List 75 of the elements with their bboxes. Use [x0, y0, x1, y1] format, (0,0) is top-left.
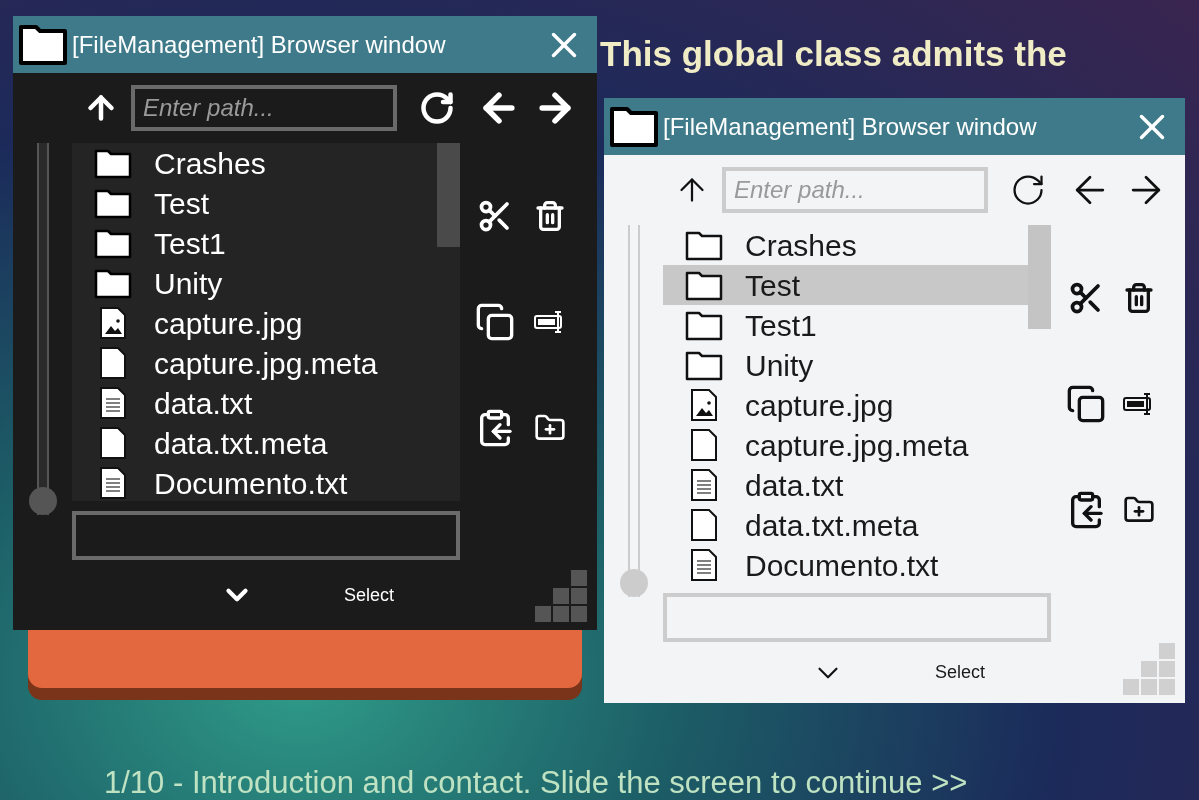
file-name: capture.jpg.meta [745, 427, 969, 464]
folder-icon [685, 309, 723, 341]
file-item[interactable]: capture.jpg [663, 385, 1028, 425]
refresh-button[interactable] [419, 90, 455, 126]
path-field[interactable]: Enter path... [131, 85, 397, 131]
folder-icon [94, 227, 132, 259]
file-item[interactable]: Unity [663, 345, 1028, 385]
file-icon [98, 426, 128, 460]
file-name: Test1 [745, 307, 817, 344]
scrollbar-thumb[interactable] [437, 143, 460, 247]
delete-button[interactable] [1122, 282, 1155, 314]
slider-thumb[interactable] [619, 569, 648, 597]
text-file-icon [98, 386, 128, 420]
copy-button[interactable] [475, 302, 516, 342]
folder-icon [94, 147, 132, 179]
file-item[interactable]: capture.jpg.meta [663, 425, 1028, 465]
file-name: Test [154, 185, 210, 222]
file-item[interactable]: data.txt.meta [72, 423, 437, 463]
text-file-icon [689, 468, 719, 502]
resize-grip-icon [535, 570, 587, 622]
file-item[interactable]: capture.jpg [72, 303, 437, 343]
select-button[interactable]: Select [935, 659, 986, 686]
file-icon [98, 346, 128, 380]
file-icon [689, 428, 719, 462]
folder-icon [18, 22, 68, 67]
file-item[interactable]: data.txt [663, 465, 1028, 505]
file-item[interactable]: data.txt [72, 383, 437, 423]
slide-heading: This global class admits the [600, 33, 1067, 75]
file-name: capture.jpg [154, 305, 303, 342]
file-name: Documento.txt [745, 547, 939, 583]
file-item[interactable]: Test1 [72, 223, 437, 263]
file-item[interactable]: capture.jpg.meta [72, 343, 437, 383]
file-item[interactable]: Documento.txt [663, 545, 1028, 583]
folder-icon [685, 229, 723, 261]
file-name: Test1 [154, 225, 226, 262]
refresh-button[interactable] [1010, 172, 1046, 208]
select-button[interactable]: Select [344, 581, 395, 609]
copy-button[interactable] [1065, 384, 1106, 424]
window-title: [FileManagement] Browser window [72, 29, 447, 60]
folder-icon [685, 349, 723, 381]
file-name: Test [745, 267, 801, 304]
file-name: Crashes [154, 145, 266, 182]
file-item[interactable]: Documento.txt [72, 463, 437, 501]
text-file-icon [98, 466, 128, 500]
slider-thumb[interactable] [28, 487, 57, 515]
file-name: Unity [745, 347, 814, 384]
file-name: capture.jpg.meta [154, 345, 378, 382]
file-name: data.txt.meta [745, 507, 919, 544]
file-icon [689, 508, 719, 542]
file-name: Crashes [745, 227, 857, 264]
file-name: Documento.txt [154, 465, 348, 501]
delete-button[interactable] [533, 200, 566, 232]
folder-icon [609, 104, 659, 149]
file-item[interactable]: Unity [72, 263, 437, 303]
folder-icon [685, 269, 723, 301]
image-file-icon [98, 306, 128, 340]
file-name: data.txt.meta [154, 425, 328, 462]
resize-grip-icon [1123, 643, 1175, 695]
file-name: capture.jpg [745, 387, 894, 424]
file-name: data.txt [745, 467, 844, 504]
scrollbar-thumb[interactable] [1028, 225, 1051, 329]
file-name: Unity [154, 265, 223, 302]
file-item[interactable]: Test1 [663, 305, 1028, 345]
file-item[interactable]: Test [663, 265, 1028, 305]
image-file-icon [689, 388, 719, 422]
file-item[interactable]: Crashes [72, 143, 437, 183]
file-name: data.txt [154, 385, 253, 422]
folder-icon [94, 187, 132, 219]
file-item[interactable]: data.txt.meta [663, 505, 1028, 545]
folder-icon [94, 267, 132, 299]
file-item[interactable]: Test [72, 183, 437, 223]
slide-footer: 1/10 - Introduction and contact. Slide the screen to continue >> [104, 760, 968, 800]
file-item[interactable]: Crashes [663, 225, 1028, 265]
file-name-field[interactable] [72, 511, 460, 560]
window-title: [FileManagement] Browser window [663, 111, 1038, 142]
